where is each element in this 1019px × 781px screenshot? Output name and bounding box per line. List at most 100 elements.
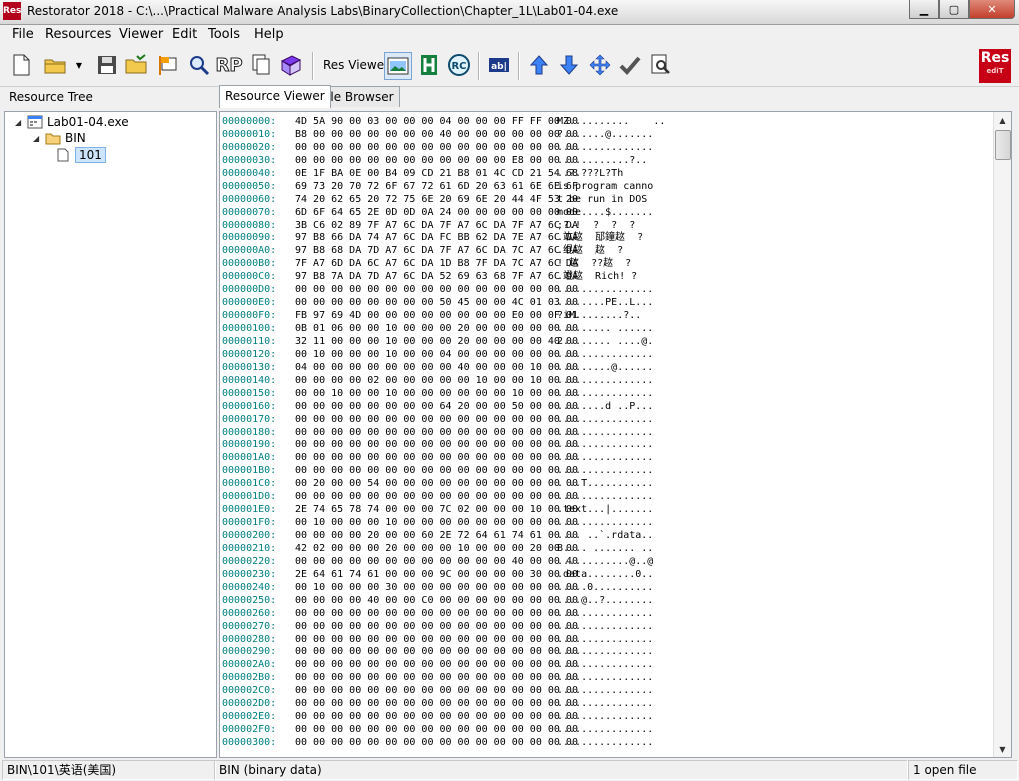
hex-row[interactable]: 00000190: 00 00 00 00 00 00 00 00 00 00 0… [222,439,677,452]
hex-row[interactable]: 000000A0: 97 B8 68 DA 7D A7 6C DA 7F A7 6… [222,245,677,258]
hex-row[interactable]: 00000260: 00 00 00 00 00 00 00 00 00 00 0… [222,608,677,621]
hex-row[interactable]: 00000220: 00 00 00 00 00 00 00 00 00 00 0… [222,556,677,569]
hex-row[interactable]: 00000000: 4D 5A 90 00 03 00 00 00 04 00 0… [222,116,677,129]
hex-row[interactable]: 00000100: 0B 01 06 00 00 10 00 00 00 20 0… [222,323,677,336]
new-button[interactable] [8,52,34,78]
hex-row[interactable]: 000002B0: 00 00 00 00 00 00 00 00 00 00 0… [222,672,677,685]
tab-resource-viewer[interactable]: Resource Viewer [219,85,331,108]
hex-row[interactable]: 00000050: 69 73 20 70 72 6F 67 72 61 6D 2… [222,181,677,194]
tree-node-root[interactable]: ◢ Lab01-04.exe [15,115,129,129]
hex-row[interactable]: 00000290: 00 00 00 00 00 00 00 00 00 00 0… [222,646,677,659]
hex-ascii: ............@..@ [557,555,654,567]
menu-edit[interactable]: Edit [172,27,197,42]
hex-row[interactable]: 00000280: 00 00 00 00 00 00 00 00 00 00 0… [222,634,677,647]
preview-button[interactable] [648,52,674,78]
hex-row[interactable]: 00000210: 42 02 00 00 00 20 00 00 00 10 0… [222,543,677,556]
minimize-button[interactable]: ▁ [909,0,939,19]
expand-toggle-icon[interactable]: ◢ [15,118,23,127]
open-dropdown-button[interactable]: ▼ [72,52,86,78]
hex-row[interactable]: 000002D0: 00 00 00 00 00 00 00 00 00 00 0… [222,698,677,711]
tree-node-101[interactable]: 101 [55,147,106,163]
hex-row[interactable]: 000000B0: 7F A7 6D DA 6C A7 6C DA 1D B8 7… [222,258,677,271]
hex-row[interactable]: 00000230: 2E 64 61 74 61 00 00 00 9C 00 0… [222,569,677,582]
hex-row[interactable]: 00000040: 0E 1F BA 0E 00 B4 09 CD 21 B8 0… [222,168,677,181]
hex-ascii: ......... ...... [557,323,654,334]
vertical-scrollbar[interactable]: ▲ ▼ [993,112,1011,757]
menu-tools[interactable]: Tools [208,27,240,42]
menu-help[interactable]: Help [254,27,284,42]
move-all-button[interactable] [587,52,613,78]
hex-row[interactable]: 00000300: 00 00 00 00 00 00 00 00 00 00 0… [222,737,677,750]
scroll-down-button[interactable]: ▼ [994,741,1011,757]
hex-row[interactable]: 00000200: 00 00 00 00 20 00 00 60 2E 72 6… [222,530,677,543]
rename-button[interactable] [156,52,182,78]
app-icon[interactable]: Res [3,2,21,20]
hex-row[interactable]: 000001C0: 00 20 00 00 54 00 00 00 00 00 0… [222,478,677,491]
hex-row[interactable]: 000001E0: 2E 74 65 78 74 00 00 00 7C 02 0… [222,504,677,517]
find-button[interactable] [186,52,212,78]
viewer-text-button[interactable]: ab| [486,52,512,78]
resource-tree[interactable]: ◢ Lab01-04.exe ◢ BIN 101 [4,111,217,758]
hex-row[interactable]: 00000150: 00 00 10 00 00 10 00 00 00 00 0… [222,388,677,401]
hex-row[interactable]: 00000030: 00 00 00 00 00 00 00 00 00 00 0… [222,155,677,168]
save-button[interactable] [94,52,120,78]
scroll-thumb[interactable] [995,130,1011,160]
hex-row[interactable]: 00000110: 32 11 00 00 00 10 00 00 00 20 0… [222,336,677,349]
hex-row[interactable]: 00000120: 00 10 00 00 00 10 00 00 04 00 0… [222,349,677,362]
hex-row[interactable]: 00000020: 00 00 00 00 00 00 00 00 00 00 0… [222,142,677,155]
maximize-button[interactable]: ▢ [939,0,969,19]
hex-row[interactable]: 000002F0: 00 00 00 00 00 00 00 00 00 00 0… [222,724,677,737]
hex-ascii: ................ [557,646,654,658]
hex-row[interactable]: 000000C0: 97 B8 7A DA 7D A7 6C DA 52 69 6… [222,271,677,284]
hex-row[interactable]: 00000010: B8 00 00 00 00 00 00 00 40 00 0… [222,129,677,142]
rp-button[interactable]: RP [215,52,243,78]
hex-row[interactable]: 00000080: 3B C6 02 89 7F A7 6C DA 7F A7 6… [222,220,677,233]
hex-row[interactable]: 000000F0: FB 97 69 4D 00 00 00 00 00 00 0… [222,310,677,323]
hex-row[interactable]: 000000D0: 00 00 00 00 00 00 00 00 00 00 0… [222,284,677,297]
hex-row[interactable]: 00000070: 6D 6F 64 65 2E 0D 0D 0A 24 00 0… [222,207,677,220]
expand-toggle-icon[interactable]: ◢ [33,134,41,143]
hex-bytes: 00 20 00 00 54 00 00 00 00 00 00 00 00 0… [295,478,578,490]
hex-row[interactable]: 00000130: 04 00 00 00 00 00 00 00 00 40 0… [222,362,677,375]
hex-row[interactable]: 00000060: 74 20 62 65 20 72 75 6E 20 69 6… [222,194,677,207]
hex-row[interactable]: 000001D0: 00 00 00 00 00 00 00 00 00 00 0… [222,491,677,504]
scroll-up-button[interactable]: ▲ [994,112,1011,128]
viewer-rc-button[interactable]: RC [446,52,472,78]
hex-row[interactable]: 000002A0: 00 00 00 00 00 00 00 00 00 00 0… [222,659,677,672]
menu-resources[interactable]: Resources [45,27,111,42]
move-down-button[interactable] [556,52,582,78]
hex-row[interactable]: 00000270: 00 00 00 00 00 00 00 00 00 00 0… [222,621,677,634]
hex-row[interactable]: 00000090: 97 B8 66 DA 74 A7 6C DA FC BB 6… [222,232,677,245]
status-bar: BIN\101\英语(美国) BIN (binary data) 1 open … [0,758,1019,780]
viewer-hex-button[interactable] [416,52,442,78]
hex-row[interactable]: 000001B0: 00 00 00 00 00 00 00 00 00 00 0… [222,465,677,478]
hex-row[interactable]: 00000250: 00 00 00 00 40 00 00 C0 00 00 0… [222,595,677,608]
move-up-button[interactable] [526,52,552,78]
hex-viewer[interactable]: 00000000: 4D 5A 90 00 03 00 00 00 04 00 0… [219,111,1012,758]
check-button[interactable] [617,52,643,78]
status-files: 1 open file [908,760,1018,780]
title-bar[interactable]: Res Restorator 2018 - C:\...\Practical M… [0,0,1019,25]
hex-row[interactable]: 00000180: 00 00 00 00 00 00 00 00 00 00 0… [222,427,677,440]
hex-row[interactable]: 000002E0: 00 00 00 00 00 00 00 00 00 00 0… [222,711,677,724]
hex-row[interactable]: 00000140: 00 00 00 00 02 00 00 00 00 00 1… [222,375,677,388]
hex-row[interactable]: 000002C0: 00 00 00 00 00 00 00 00 00 00 0… [222,685,677,698]
viewer-image-button[interactable] [384,52,412,80]
open-dir-button[interactable] [123,52,149,78]
open-button[interactable] [42,52,68,78]
hex-row[interactable]: 000001F0: 00 10 00 00 00 10 00 00 00 00 0… [222,517,677,530]
book-button[interactable] [278,52,304,78]
hex-row[interactable]: 00000170: 00 00 00 00 00 00 00 00 00 00 0… [222,414,677,427]
menu-file[interactable]: File [12,27,34,42]
hex-row[interactable]: 00000160: 00 00 00 00 00 00 00 00 64 20 0… [222,401,677,414]
hex-address: 000001C0: [222,478,277,490]
hex-bytes: 00 00 10 00 00 10 00 00 00 00 00 00 10 0… [295,387,578,399]
tree-node-bin[interactable]: ◢ BIN [33,131,86,145]
hex-ascii: is program canno [557,180,654,192]
close-button[interactable]: ✕ [969,0,1015,19]
hex-row[interactable]: 000000E0: 00 00 00 00 00 00 00 00 50 45 0… [222,297,677,310]
hex-row[interactable]: 000001A0: 00 00 00 00 00 00 00 00 00 00 0… [222,452,677,465]
copy-button[interactable] [248,52,274,78]
hex-row[interactable]: 00000240: 00 10 00 00 00 30 00 00 00 00 0… [222,582,677,595]
menu-viewer[interactable]: Viewer [119,27,163,42]
